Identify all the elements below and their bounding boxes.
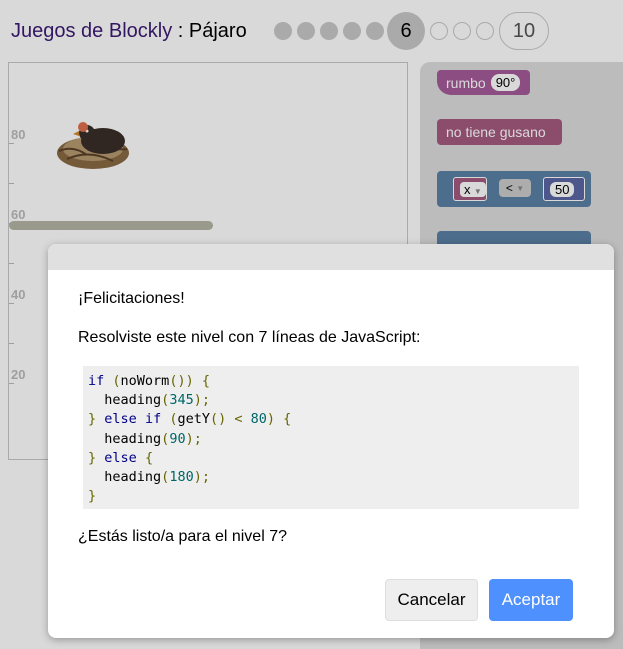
next-level-question: ¿Estás listo/a para el nivel 7? bbox=[78, 528, 287, 545]
accept-button[interactable]: Aceptar bbox=[489, 579, 573, 621]
code-block: if (noWorm()) { heading(345); } else if … bbox=[83, 366, 579, 509]
dialog-header bbox=[48, 244, 614, 270]
cancel-button[interactable]: Cancelar bbox=[385, 579, 478, 621]
solved-message: Resolviste este nivel con 7 líneas de Ja… bbox=[78, 329, 421, 346]
congrats-heading: ¡Felicitaciones! bbox=[78, 290, 185, 307]
congratulations-dialog: ¡Felicitaciones! Resolviste este nivel c… bbox=[48, 244, 614, 638]
